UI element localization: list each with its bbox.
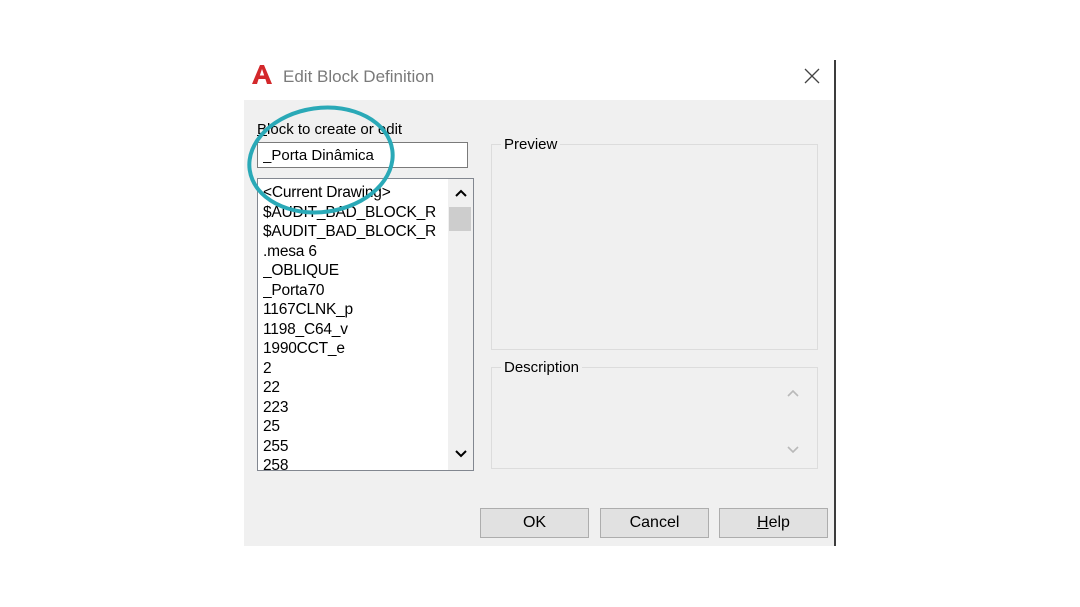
scroll-down-button[interactable]	[448, 443, 473, 465]
close-icon	[804, 68, 820, 84]
block-list-items: <Current Drawing> $AUDIT_BAD_BLOCK_R $AU…	[263, 183, 446, 470]
block-name-input[interactable]	[257, 142, 468, 168]
chevron-down-icon	[787, 446, 799, 454]
list-item[interactable]: 258	[263, 456, 446, 470]
list-item[interactable]: 223	[263, 398, 446, 418]
list-item[interactable]: _Porta70	[263, 281, 446, 301]
close-button[interactable]	[799, 62, 825, 90]
list-item[interactable]: _OBLIQUE	[263, 261, 446, 281]
edit-block-definition-dialog: Edit Block Definition Block to create or…	[244, 54, 835, 546]
block-to-create-label: Block to create or edit	[257, 121, 403, 138]
window-edge	[834, 60, 836, 546]
chevron-down-icon	[454, 450, 467, 458]
chevron-up-icon	[454, 189, 467, 197]
list-item[interactable]: <Current Drawing>	[263, 183, 446, 203]
list-item[interactable]: 1198_C64_v	[263, 320, 446, 340]
description-label: Description	[501, 359, 583, 376]
description-group	[491, 367, 818, 469]
list-item[interactable]: 1167CLNK_p	[263, 300, 446, 320]
block-list[interactable]: <Current Drawing> $AUDIT_BAD_BLOCK_R $AU…	[257, 178, 474, 471]
list-item[interactable]: 1990CCT_e	[263, 339, 446, 359]
scroll-thumb[interactable]	[449, 207, 471, 231]
description-scrollbar[interactable]	[780, 379, 805, 467]
list-item[interactable]: 22	[263, 378, 446, 398]
chevron-up-icon	[787, 389, 799, 397]
list-item[interactable]: $AUDIT_BAD_BLOCK_R	[263, 222, 446, 242]
list-item[interactable]: 2	[263, 359, 446, 379]
preview-label: Preview	[501, 136, 561, 153]
block-list-scrollbar[interactable]	[448, 179, 473, 470]
ok-button[interactable]: OK	[480, 508, 589, 538]
help-button[interactable]: Help	[719, 508, 828, 538]
list-item[interactable]: $AUDIT_BAD_BLOCK_R	[263, 203, 446, 223]
title-bar: Edit Block Definition	[244, 54, 835, 100]
list-item[interactable]: 255	[263, 437, 446, 457]
preview-group	[491, 144, 818, 350]
autocad-a-icon	[252, 65, 272, 84]
scroll-up-button[interactable]	[448, 182, 473, 204]
dialog-title: Edit Block Definition	[283, 67, 435, 86]
list-item[interactable]: .mesa 6	[263, 242, 446, 262]
cancel-button[interactable]: Cancel	[600, 508, 709, 538]
list-item[interactable]: 25	[263, 417, 446, 437]
